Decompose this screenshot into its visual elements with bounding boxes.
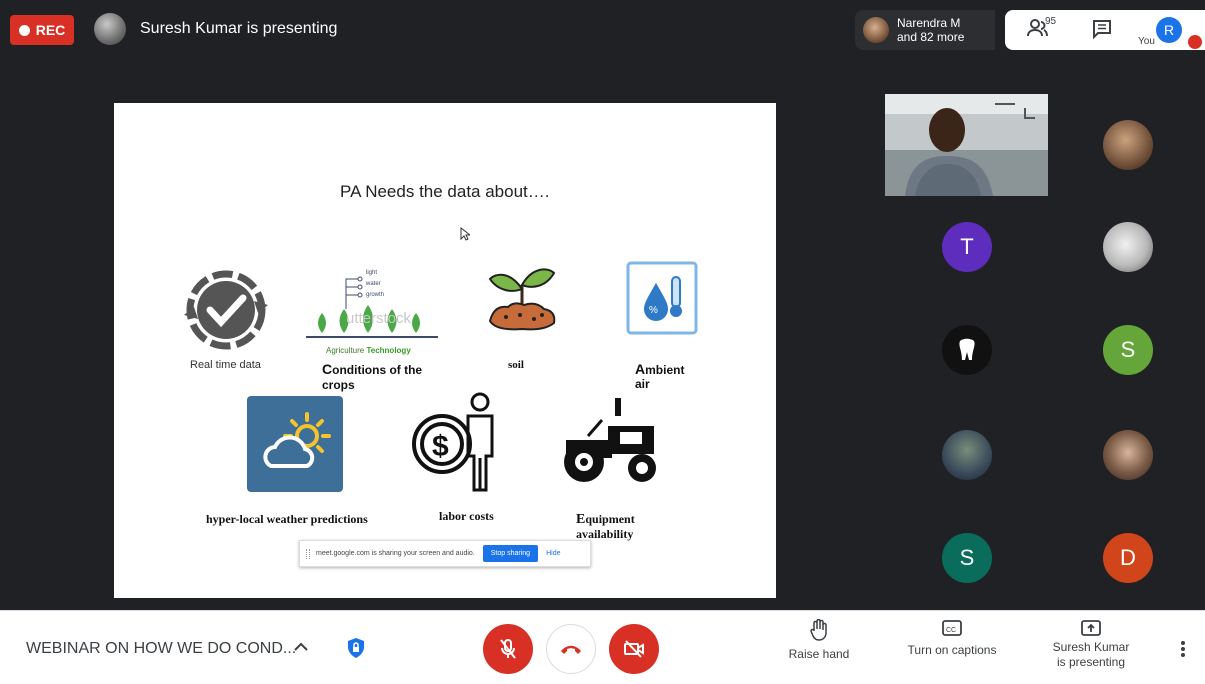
mouse-cursor-icon [460,227,470,241]
participant-name: Narendra M [897,16,961,30]
participant-avatar-photo[interactable] [1103,222,1153,272]
raise-hand-label: Raise hand [788,647,850,661]
self-avatar[interactable]: R [1156,17,1182,43]
participant-avatar-photo[interactable] [942,430,992,480]
recording-badge: REC [10,15,74,45]
labor-costs-caption: labor costs [439,509,494,523]
equipment-caption: Equipment availability [576,512,635,541]
participant-tile-d[interactable]: D [1103,533,1153,583]
participant-avatar [863,17,889,43]
raise-hand-button[interactable]: Raise hand [780,619,858,661]
present-screen-icon [1081,620,1101,636]
closed-captions-icon: CC [942,620,962,636]
realtime-caption: Real time data [190,359,261,371]
tractor-icon [564,398,656,482]
svg-text:%: % [649,305,658,316]
top-right-controls: 95 You R [1005,10,1205,50]
screen-share-notification: meet.google.com is sharing your screen a… [299,540,591,567]
camera-off-icon [624,640,644,658]
hang-up-icon [561,645,581,654]
presentation-slide: PA Needs the data about…. Real time data… [114,103,776,598]
people-button[interactable]: 95 [1027,16,1063,42]
record-dot-icon [18,24,30,36]
present-now-button[interactable]: Suresh Kumar is presenting [1046,619,1136,670]
participants-preview[interactable]: Narendra M and 82 more [855,10,995,50]
present-label-line1: Suresh Kumar [1052,640,1130,654]
participant-tile-s2[interactable]: S [942,533,992,583]
soil-caption: soil [508,359,524,371]
participant-avatar-photo[interactable] [1103,430,1153,480]
presenter-avatar [94,13,126,45]
agriculture-technology-icon: light water growth utterstock [306,270,438,338]
soil-sprout-icon [488,268,556,331]
chevron-up-icon[interactable] [292,638,310,656]
stop-sharing-button[interactable]: Stop sharing [482,545,539,562]
weather-icon [247,396,343,492]
weather-caption: hyper-local weather predictions [206,512,368,526]
participant-video-tile[interactable] [885,94,1048,196]
people-count: 95 [1045,16,1057,27]
share-notification-text: meet.google.com is sharing your screen a… [316,550,475,557]
bottom-toolbar: WEBINAR ON HOW WE DO COND... Raise hand … [0,610,1205,684]
agri-watermark: utterstock [346,310,412,327]
agri-row-light: light [366,270,377,276]
hide-button[interactable]: Hide [546,550,560,557]
participant-avatar-photo[interactable] [1103,120,1153,170]
chat-icon [1093,20,1111,40]
agri-row-growth: growth [366,292,384,298]
crops-caption: Conditions of the crops [322,361,423,393]
mic-off-icon [500,639,516,659]
tooth-logo-icon [959,338,975,360]
ambient-air-icon: % [626,261,698,335]
captions-button[interactable]: CC Turn on captions [900,619,1004,657]
muted-mic-icon [1188,35,1202,49]
captions-label: Turn on captions [907,643,997,657]
svg-text:CC: CC [946,627,956,634]
presenting-title: Suresh Kumar is presenting [140,20,338,37]
leave-call-button[interactable] [546,624,596,674]
agriculture-technology-caption: Agriculture Technology [326,346,411,355]
drag-handle-icon[interactable] [306,548,310,559]
participant-tile-s1[interactable]: S [1103,325,1153,375]
microphone-button[interactable] [483,624,533,674]
meeting-safety-shield-icon[interactable] [346,637,366,659]
participant-more: and 82 more [897,30,965,44]
labor-costs-icon: $ [412,392,494,492]
participant-avatar-logo[interactable] [942,325,992,375]
realtime-clock-icon [184,270,268,350]
ambient-air-caption: Ambient air [635,361,685,391]
camera-button[interactable] [609,624,659,674]
you-label: You [1138,36,1155,47]
slide-title: PA Needs the data about…. [340,182,550,201]
video-frame [885,94,1048,196]
agri-row-water: water [365,281,381,287]
present-label-line2: is presenting [1056,655,1126,669]
chat-button[interactable] [1091,18,1113,40]
participant-tile-t[interactable]: T [942,222,992,272]
svg-text:$: $ [432,430,449,463]
hand-icon [810,619,827,641]
meet-window: REC Suresh Kumar is presenting Narendra … [0,0,1205,684]
meeting-title[interactable]: WEBINAR ON HOW WE DO COND... [26,640,296,658]
more-options-icon[interactable] [1176,639,1190,659]
recording-label: REC [35,22,66,38]
